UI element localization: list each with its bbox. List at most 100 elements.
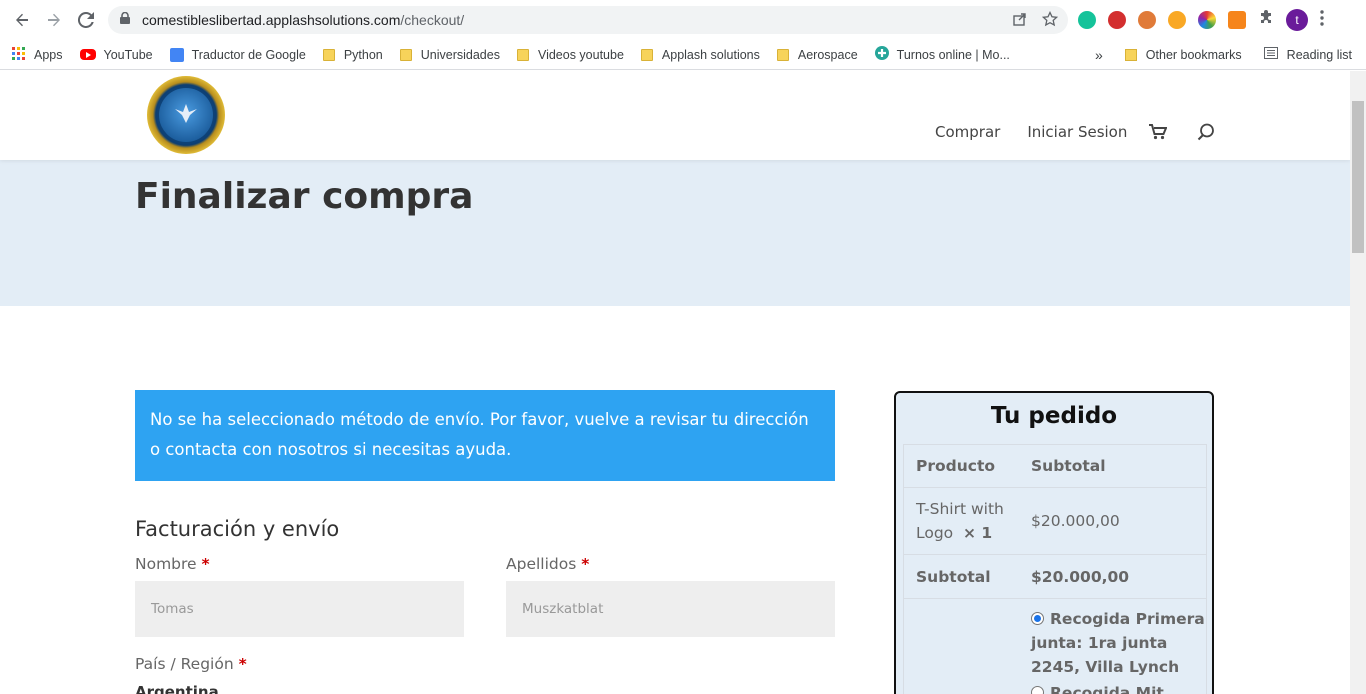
bookmark-aerospace[interactable]: Aerospace: [776, 47, 858, 62]
order-title: Tu pedido: [990, 403, 1118, 429]
bookmark-google-translate[interactable]: Traductor de Google: [169, 47, 306, 62]
last-name-label: Apellidos *: [506, 555, 589, 573]
lock-icon: [120, 11, 130, 28]
bookmark-other[interactable]: Other bookmarks: [1124, 47, 1242, 62]
order-table-header: Producto Subtotal: [904, 445, 1206, 488]
google-translate-icon: [169, 47, 184, 62]
menu-comprar[interactable]: Comprar: [935, 123, 1000, 141]
page-hero: Finalizar compra: [0, 160, 1350, 306]
youtube-icon: [79, 49, 96, 60]
required-mark: *: [238, 655, 247, 673]
extension-runner-icon[interactable]: [1168, 11, 1186, 29]
required-mark: *: [201, 555, 210, 573]
menu-iniciar-sesion[interactable]: Iniciar Sesion: [1027, 123, 1127, 141]
webpage: Comprar Iniciar Sesion Finalizar compra …: [0, 71, 1350, 694]
bookmark-star-icon[interactable]: [1041, 10, 1059, 31]
metamask-icon[interactable]: [1228, 11, 1246, 29]
color-picker-icon[interactable]: [1198, 11, 1216, 29]
first-name-label-text: Nombre: [135, 555, 197, 573]
country-label: País / Región *: [135, 655, 247, 673]
bookmark-videos-youtube[interactable]: Videos youtube: [516, 47, 624, 62]
billing-section-title: Facturación y envío: [135, 517, 340, 541]
bookmark-label: Python: [343, 47, 383, 62]
country-label-text: País / Región: [135, 655, 234, 673]
item-quantity: × 1: [963, 524, 993, 542]
bookmark-python[interactable]: Python: [322, 47, 383, 62]
extensions-puzzle-icon[interactable]: [1258, 10, 1274, 30]
cart-icon[interactable]: [1149, 124, 1168, 140]
eagle-icon: [173, 100, 199, 126]
order-table: Producto Subtotal T-Shirt with Logo × 1 …: [903, 444, 1207, 694]
bookmark-applash-solutions[interactable]: Applash solutions: [640, 47, 760, 62]
site-logo[interactable]: [147, 76, 225, 154]
shipping-option-1-label: Recogida Primera junta: 1ra junta 2245, …: [1031, 610, 1205, 676]
reading-list[interactable]: Reading list: [1263, 47, 1352, 62]
order-item-row: T-Shirt with Logo × 1 $20.000,00: [904, 488, 1206, 555]
forward-icon[interactable]: [40, 6, 68, 34]
bookmarks-bar: Apps YouTube Traductor de Google Python …: [0, 40, 1366, 70]
extension-cookie-icon[interactable]: [1138, 11, 1156, 29]
shipping-options-row: Recogida Primera junta: 1ra junta 2245, …: [904, 599, 1206, 694]
order-summary: Tu pedido Producto Subtotal T-Shirt with…: [894, 391, 1214, 694]
site-header: Comprar Iniciar Sesion: [0, 71, 1350, 160]
subtotal-value: $20.000,00: [1031, 567, 1130, 586]
col-subtotal: Subtotal: [1031, 457, 1106, 475]
folder-icon: [399, 48, 412, 61]
url-text: comestibleslibertad.applashsolutions.com…: [142, 12, 465, 28]
back-icon[interactable]: [8, 6, 36, 34]
share-icon[interactable]: [1012, 11, 1028, 31]
radio-selected[interactable]: [1031, 612, 1044, 625]
shipping-notice: No se ha seleccionado método de envío. P…: [135, 390, 835, 481]
bookmark-label: Other bookmarks: [1145, 47, 1242, 62]
col-product: Producto: [916, 457, 996, 475]
adblock-icon[interactable]: [1108, 11, 1126, 29]
search-icon[interactable]: [1197, 123, 1215, 141]
required-mark: *: [581, 555, 590, 573]
folder-icon: [640, 48, 653, 61]
bookmark-label: Aerospace: [797, 47, 858, 62]
shipping-option-1[interactable]: Recogida Primera junta: 1ra junta 2245, …: [1031, 607, 1206, 679]
bookmark-label: Traductor de Google: [191, 47, 306, 62]
order-subtotal-row: Subtotal $20.000,00: [904, 555, 1206, 599]
last-name-field[interactable]: Muszkatblat: [506, 581, 835, 637]
order-item-price: $20.000,00: [1031, 512, 1120, 530]
apps-grid-icon: [12, 46, 25, 63]
shipping-options: Recogida Primera junta: 1ra junta 2245, …: [1018, 607, 1206, 694]
shipping-option-2-label: Recogida Mit...: [1050, 684, 1182, 694]
profile-avatar[interactable]: t: [1286, 9, 1308, 31]
bookmark-label: Reading list: [1286, 47, 1352, 62]
plus-cross-icon: [874, 46, 889, 63]
bookmark-label: Applash solutions: [661, 47, 760, 62]
first-name-label: Nombre *: [135, 555, 210, 573]
bookmark-label: Apps: [34, 47, 63, 62]
reload-icon[interactable]: [72, 6, 100, 34]
bookmark-youtube[interactable]: YouTube: [79, 47, 153, 62]
bookmark-label: Turnos online | Mo...: [896, 47, 1010, 62]
bookmark-label: Videos youtube: [537, 47, 624, 62]
order-item-name: T-Shirt with Logo × 1: [904, 497, 1018, 545]
reading-list-icon: [1263, 47, 1278, 62]
subtotal-label: Subtotal: [916, 567, 991, 586]
bookmarks-overflow-icon[interactable]: »: [1095, 47, 1103, 63]
extensions-area: t: [1078, 9, 1324, 31]
first-name-field[interactable]: Tomas: [135, 581, 464, 637]
main-menu: Comprar Iniciar Sesion: [935, 123, 1215, 141]
bookmark-apps[interactable]: Apps: [12, 46, 63, 63]
shipping-option-2[interactable]: Recogida Mit...: [1031, 681, 1206, 694]
address-bar[interactable]: comestibleslibertad.applashsolutions.com…: [108, 6, 1068, 34]
bookmark-universidades[interactable]: Universidades: [399, 47, 500, 62]
page-title: Finalizar compra: [135, 176, 474, 217]
bookmark-turnos-online[interactable]: Turnos online | Mo...: [874, 46, 1010, 63]
last-name-label-text: Apellidos: [506, 555, 577, 573]
folder-icon: [776, 48, 789, 61]
radio-unselected[interactable]: [1031, 686, 1044, 694]
bookmark-label: YouTube: [103, 47, 153, 62]
page-scrollbar[interactable]: [1350, 71, 1366, 694]
bookmark-label: Universidades: [420, 47, 500, 62]
scrollbar-thumb[interactable]: [1352, 101, 1364, 253]
grammarly-icon[interactable]: [1078, 11, 1096, 29]
menu-kebab-icon[interactable]: [1320, 10, 1324, 30]
country-select[interactable]: Argentina: [135, 683, 219, 694]
folder-icon: [516, 48, 529, 61]
folder-icon: [1124, 48, 1137, 61]
